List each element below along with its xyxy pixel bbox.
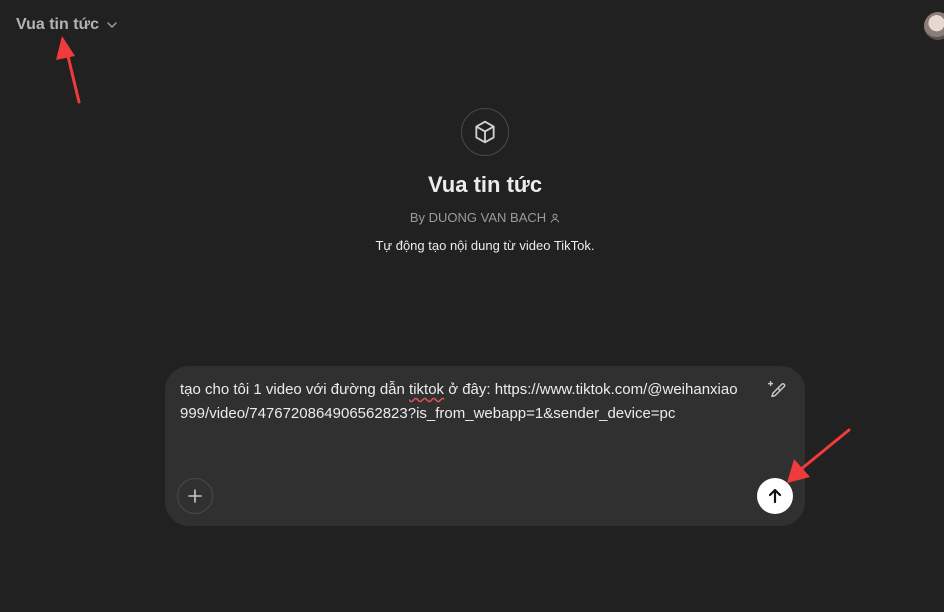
edit-gpt-button[interactable]	[765, 378, 789, 402]
gpt-name: Vua tin tức	[427, 172, 543, 197]
chevron-down-icon	[107, 22, 117, 28]
message-composer: tạo cho tôi 1 video với đường dẫn tiktok…	[165, 366, 805, 526]
cube-icon	[461, 108, 509, 156]
gpt-author: By DUONG VAN BACH	[409, 210, 547, 225]
gpt-switcher-title: Vua tin tức	[16, 16, 99, 33]
add-attachment-button[interactable]	[177, 478, 213, 514]
gpt-author-line: By DUONG VAN BACH	[0, 210, 944, 225]
message-text-misspelled: tiktok	[409, 381, 445, 398]
message-input[interactable]: tạo cho tôi 1 video với đường dẫn tiktok…	[180, 378, 740, 426]
send-button[interactable]	[757, 478, 793, 514]
arrow-up-icon	[768, 488, 782, 504]
annotation-arrow-title	[56, 36, 81, 104]
message-text-start: tạo cho tôi 1 video với đường dẫn	[180, 381, 410, 398]
person-icon	[550, 213, 560, 223]
chat-page: Vua tin tức Vua tin tức By DUONG VAN BAC…	[0, 0, 944, 612]
gpt-switcher-button[interactable]: Vua tin tức	[16, 16, 119, 34]
avatar[interactable]	[924, 12, 944, 40]
gpt-description: Tự động tạo nội dung từ video TikTok.	[375, 238, 595, 253]
pen-sparkle-icon	[768, 381, 786, 398]
plus-icon	[188, 489, 202, 503]
